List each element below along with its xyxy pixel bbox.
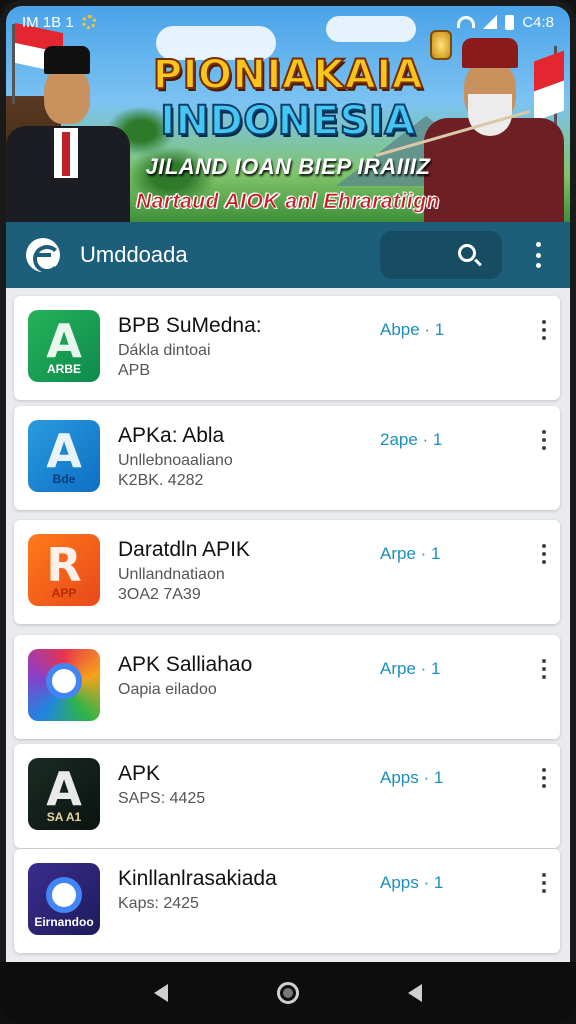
item-menu-icon[interactable] xyxy=(542,659,547,679)
app-action[interactable]: Apps · 1 xyxy=(380,873,443,893)
app-action[interactable]: Apps · 1 xyxy=(380,768,443,788)
app-subtitle: Unllebnoaaliano xyxy=(118,452,233,469)
item-menu-icon[interactable] xyxy=(542,320,547,340)
wifi-icon xyxy=(457,16,476,28)
app-logo-icon[interactable] xyxy=(26,238,61,273)
battery-icon xyxy=(505,14,515,30)
app-icon-label: APP xyxy=(51,586,77,600)
signal-icon xyxy=(483,15,498,29)
app-name: APKa: Abla xyxy=(118,424,225,447)
app-icon-glyph: R xyxy=(46,538,82,592)
item-menu-icon[interactable] xyxy=(542,544,547,564)
app-list-item[interactable]: A SA A1 APK SAPS: 4425 Apps · 1 xyxy=(14,744,560,848)
app-name: Daratdln APIK xyxy=(118,538,250,561)
app-bar: Umddoada xyxy=(6,222,570,288)
app-icon[interactable]: R APP xyxy=(28,534,100,606)
app-subtitle: Dákla dintoai xyxy=(118,342,211,359)
banner-tagline: Nartaud AIOK anl Ehraratiign xyxy=(136,190,440,214)
item-menu-icon[interactable] xyxy=(542,430,547,450)
status-left-text: IM 1B 1 xyxy=(22,13,74,31)
app-icon-label: Eirnandoo xyxy=(34,915,94,929)
app-list-item[interactable]: APK Salliahao Oapia eiladoo Arpe · 1 xyxy=(14,635,560,739)
recents-icon[interactable] xyxy=(407,984,422,1002)
app-icon-label: Bde xyxy=(52,472,76,486)
phone-frame: IM 1B 1 C4:8 PIONIAKAIA INDONESIA JILAND… xyxy=(0,0,576,1024)
app-list-item[interactable]: R APP Daratdln APIK Unllandnatiaon 3OA2 7A39… xyxy=(14,520,560,624)
app-subtitle: Kaps: 2425 xyxy=(118,895,199,912)
app-list-item[interactable]: A ARBE BPB SuMedna: Dákla dintoai APB Abpe · … xyxy=(14,296,560,400)
app-name: BPB SuMedna: xyxy=(118,314,262,337)
app-bar-title: Umddoada xyxy=(80,242,188,267)
app-icon-glyph: A xyxy=(46,424,82,478)
app-icon[interactable]: A ARBE xyxy=(28,310,100,382)
app-action[interactable]: Arpe · 1 xyxy=(380,544,440,564)
app-meta: K2BK. 4282 xyxy=(118,472,204,489)
app-meta: 3OA2 7A39 xyxy=(118,586,201,603)
app-icon-label: ARBE xyxy=(46,362,81,376)
app-icon[interactable]: Eirnandoo xyxy=(28,863,100,935)
search-button[interactable] xyxy=(380,231,502,279)
app-list-item[interactable]: A Bde APKa: Abla Unllebnoaaliano K2BK. 4282 2… xyxy=(14,406,560,510)
app-icon-glyph: A xyxy=(46,762,82,816)
status-bar: IM 1B 1 C4:8 xyxy=(6,6,570,38)
item-menu-icon[interactable] xyxy=(542,768,547,788)
app-name: Kinllanlrasakiada xyxy=(118,867,277,890)
app-icon-glyph: A xyxy=(46,314,82,368)
promo-banner[interactable]: IM 1B 1 C4:8 PIONIAKAIA INDONESIA JILAND… xyxy=(6,6,570,222)
banner-title-line2: INDONESIA xyxy=(159,97,416,145)
search-icon[interactable] xyxy=(458,244,476,262)
app-meta: APB xyxy=(118,362,151,379)
navigation-bar xyxy=(0,962,576,1024)
app-subtitle: Unllandnatiaon xyxy=(118,566,225,583)
app-icon[interactable]: A SA A1 xyxy=(28,758,100,830)
app-action[interactable]: Abpe · 1 xyxy=(380,320,444,340)
gear-icon xyxy=(81,15,96,29)
app-subtitle: Oapia eiladoo xyxy=(118,681,217,698)
app-name: APK Salliahao xyxy=(118,653,253,676)
item-menu-icon[interactable] xyxy=(542,873,547,893)
back-icon[interactable] xyxy=(154,984,169,1002)
app-icon-ring xyxy=(46,877,82,913)
app-icon[interactable]: A Bde xyxy=(28,420,100,492)
overflow-menu-icon[interactable] xyxy=(536,242,542,268)
app-icon-label: SA A1 xyxy=(46,810,82,824)
app-icon[interactable] xyxy=(28,649,100,721)
home-icon[interactable] xyxy=(276,982,299,1004)
banner-subtitle: JILAND IOAN BIEP IRAIIIZ xyxy=(145,154,431,179)
app-subtitle: SAPS: 4425 xyxy=(118,790,206,807)
app-action[interactable]: 2ape · 1 xyxy=(380,430,442,450)
status-time: C4:8 xyxy=(522,13,554,31)
app-name: APK xyxy=(118,762,161,785)
app-action[interactable]: Arpe · 1 xyxy=(380,659,440,679)
app-list[interactable]: A ARBE BPB SuMedna: Dákla dintoai APB Abpe · … xyxy=(6,288,570,964)
app-list-item[interactable]: Eirnandoo Kinllanlrasakiada Kaps: 2425 Apps… xyxy=(14,849,560,953)
app-icon-ring xyxy=(46,663,82,699)
banner-title-line1: PIONIAKAIA xyxy=(152,51,424,99)
